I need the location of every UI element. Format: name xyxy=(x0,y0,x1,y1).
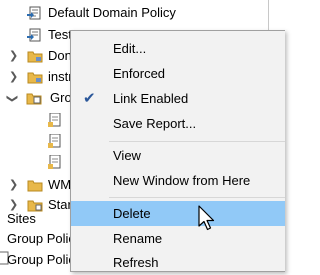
tree-item-test-gpo[interactable]: Test GPO xyxy=(0,25,104,45)
context-menu: Edit... Enforced ✔ Link Enabled Save Rep… xyxy=(70,30,285,272)
tree-item-wmi-filters[interactable]: ❯ WMI xyxy=(0,175,75,195)
gpo-link-icon xyxy=(27,6,43,20)
menu-item-label: Delete xyxy=(113,206,151,221)
tree-item-label: Default Domain Policy xyxy=(48,5,176,20)
menu-item-label: View xyxy=(113,148,141,163)
menu-item-rename[interactable]: Rename xyxy=(71,226,285,251)
tree-item-group-policy-modeling[interactable]: Group Policy xyxy=(0,227,81,247)
menu-item-save-report[interactable]: Save Report... xyxy=(71,111,285,136)
tree-item-label: Sites xyxy=(7,211,36,226)
tree-item-instr[interactable]: ❯ instr xyxy=(0,67,73,87)
chevron-right-icon[interactable]: ❯ xyxy=(9,67,18,87)
gpo-container-folder-icon xyxy=(26,91,42,105)
chevron-right-icon[interactable]: ❯ xyxy=(9,46,18,66)
menu-item-edit[interactable]: Edit... xyxy=(71,36,285,61)
tree-item-label: Group Polic xyxy=(7,252,75,267)
menu-item-label: Rename xyxy=(113,231,163,246)
checkmark-icon: ✔ xyxy=(83,90,96,107)
tree-item-default-domain-policy[interactable]: Default Domain Policy xyxy=(0,3,240,23)
menu-separator xyxy=(109,141,285,142)
menu-item-label: Save Report... xyxy=(113,116,197,131)
tree-item-group-policy-results[interactable]: Group Polic xyxy=(0,247,75,267)
menu-separator xyxy=(109,197,285,198)
menu-item-label: Edit... xyxy=(113,41,147,56)
menu-item-new-window-from-here[interactable]: New Window from Here xyxy=(71,168,285,193)
menu-item-label: Refresh xyxy=(113,255,159,270)
menu-item-link-enabled[interactable]: ✔ Link Enabled xyxy=(71,86,285,111)
gpo-link-icon xyxy=(27,28,43,42)
gpo-icon xyxy=(47,154,63,169)
wmi-folder-icon xyxy=(27,178,43,192)
menu-item-view[interactable]: View xyxy=(71,143,285,168)
ou-folder-icon xyxy=(27,49,43,63)
tree-item-sites[interactable]: Sites xyxy=(0,205,70,226)
gpo-icon xyxy=(47,112,63,127)
tree-item-gpo[interactable]: I xyxy=(0,131,74,151)
tree-item-label: instr xyxy=(48,69,73,84)
gpo-icon xyxy=(47,133,63,148)
tree-item-domain-controllers[interactable]: ❯ Don xyxy=(0,46,72,66)
mouse-pointer-icon xyxy=(197,205,217,233)
chevron-down-icon[interactable]: ❯ xyxy=(2,94,22,103)
menu-item-refresh[interactable]: Refresh xyxy=(71,250,285,275)
tree-item-label: Don xyxy=(48,48,72,63)
tree-item-gpo[interactable]: T xyxy=(0,152,78,172)
menu-item-enforced[interactable]: Enforced xyxy=(71,61,285,86)
tree-item-group-policy-objects[interactable]: ❯ Grou xyxy=(0,88,79,108)
chevron-right-icon[interactable]: ❯ xyxy=(9,175,18,195)
menu-item-label: New Window from Here xyxy=(113,173,251,188)
ou-folder-icon xyxy=(27,70,43,84)
tree-item-gpo[interactable]: I xyxy=(0,110,74,130)
menu-item-label: Enforced xyxy=(113,66,166,81)
menu-item-label: Link Enabled xyxy=(113,91,189,106)
menu-item-delete[interactable]: Delete xyxy=(71,201,285,226)
